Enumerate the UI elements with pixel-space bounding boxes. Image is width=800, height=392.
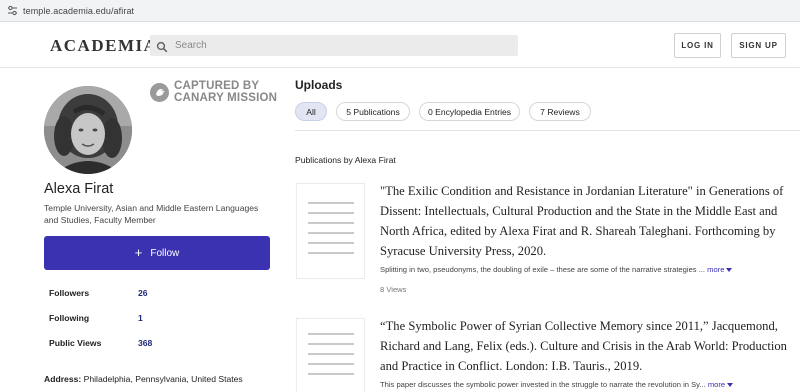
doc-line	[308, 202, 354, 204]
doc-line	[308, 222, 354, 224]
tab-publications[interactable]: 5 Publications	[336, 102, 410, 121]
address-label: Address:	[44, 374, 82, 384]
doc-line	[308, 232, 354, 234]
doc-line	[308, 363, 354, 365]
tune-icon[interactable]	[5, 4, 19, 18]
site-header: ACADEMIA LOG IN SIGN UP	[0, 22, 800, 68]
follow-label: Follow	[150, 247, 180, 259]
doc-line	[308, 333, 354, 335]
tab-all[interactable]: All	[295, 102, 327, 121]
document-thumbnail[interactable]	[296, 318, 365, 392]
canary-mission-badge: CAPTURED BY CANARY MISSION	[150, 80, 277, 104]
stat-value-followers[interactable]: 26	[138, 288, 148, 298]
stat-label-public-views: Public Views	[49, 338, 102, 348]
signup-button[interactable]: SIGN UP	[731, 33, 786, 58]
doc-line	[308, 373, 354, 375]
stat-value-following[interactable]: 1	[138, 313, 143, 323]
address-value: Philadelphia, Pennsylvania, United State…	[83, 374, 243, 384]
publication-views: 8 Views	[380, 285, 407, 294]
more-label: more	[707, 265, 725, 274]
stat-label-followers: Followers	[49, 288, 90, 298]
uploads-tabs: All 5 Publications 0 Encylopedia Entries…	[295, 102, 600, 121]
tab-encyclopedia-entries[interactable]: 0 Encylopedia Entries	[419, 102, 520, 121]
publication-snippet: Splitting in two, pseudonyms, the doubli…	[380, 265, 800, 274]
publication-title[interactable]: “The Symbolic Power of Syrian Collective…	[380, 316, 800, 376]
publications-heading: Publications by Alexa Firat	[295, 155, 396, 165]
caret-down-icon	[727, 383, 734, 387]
more-label: more	[707, 380, 726, 389]
profile-address: Address: Philadelphia, Pennsylvania, Uni…	[44, 374, 243, 384]
caret-down-icon	[726, 268, 733, 272]
search-input[interactable]	[175, 40, 505, 51]
login-button[interactable]: LOG IN	[674, 33, 721, 58]
doc-line	[308, 212, 354, 214]
url-text[interactable]: temple.academia.edu/afirat	[23, 6, 134, 16]
publication-title[interactable]: "The Exilic Condition and Resistance in …	[380, 181, 800, 261]
publication-snippet: This paper discusses the symbolic power …	[380, 380, 800, 389]
plus-icon: +	[134, 245, 143, 260]
doc-line	[308, 242, 354, 244]
stat-label-following: Following	[49, 313, 90, 323]
profile-affiliation[interactable]: Temple University, Asian and Middle East…	[44, 202, 269, 226]
bird-icon	[150, 82, 169, 102]
profile-name: Alexa Firat	[44, 181, 114, 197]
academia-logo[interactable]: ACADEMIA	[50, 36, 157, 56]
follow-button[interactable]: + Follow	[44, 236, 270, 270]
doc-line	[308, 343, 354, 345]
doc-line	[308, 353, 354, 355]
canary-line-2: CANARY MISSION	[174, 92, 278, 104]
doc-line	[308, 252, 354, 254]
canary-line-1: CAPTURED BY	[174, 80, 260, 92]
avatar	[44, 86, 132, 174]
search-icon	[156, 40, 168, 52]
stat-value-public-views: 368	[138, 338, 153, 348]
more-link[interactable]: more	[707, 265, 733, 274]
more-link[interactable]: more	[707, 380, 734, 389]
snippet-text: Splitting in two, pseudonyms, the doubli…	[380, 265, 706, 274]
tab-reviews[interactable]: 7 Reviews	[529, 102, 591, 121]
document-thumbnail[interactable]	[296, 183, 365, 279]
snippet-text: This paper discusses the symbolic power …	[380, 380, 706, 389]
uploads-title: Uploads	[295, 78, 343, 92]
browser-url-bar[interactable]: temple.academia.edu/afirat	[0, 0, 800, 22]
divider	[295, 130, 800, 131]
search-bar[interactable]	[150, 35, 518, 56]
